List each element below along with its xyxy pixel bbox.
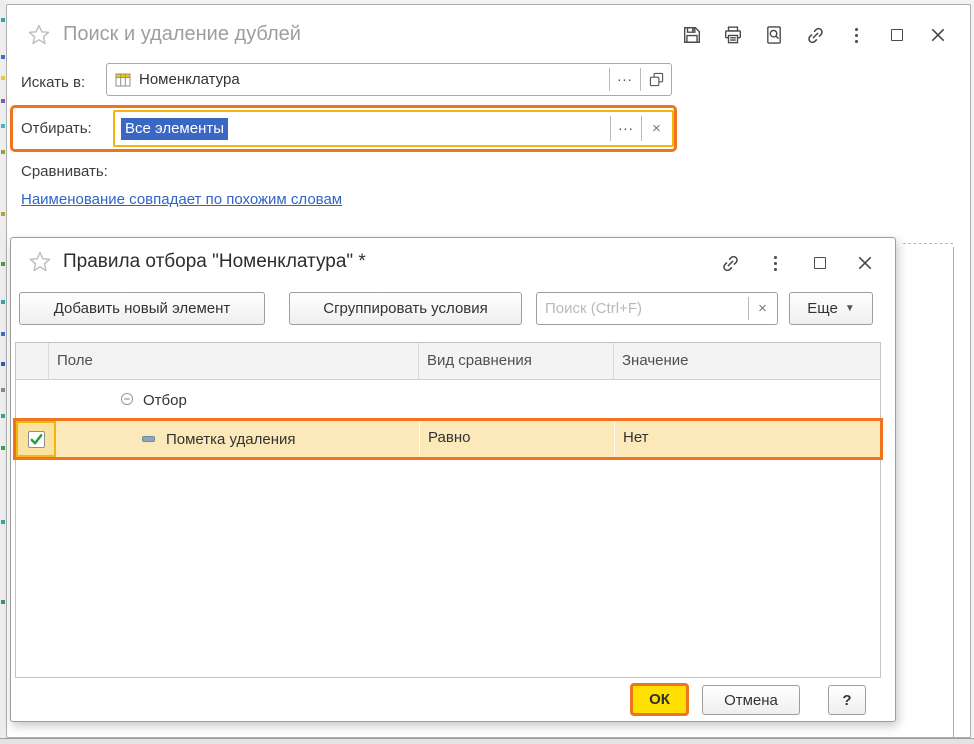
add-element-button[interactable]: Добавить новый элемент bbox=[19, 292, 265, 325]
header-comparison[interactable]: Вид сравнения bbox=[419, 343, 614, 379]
caret-down-icon: ▼ bbox=[845, 303, 855, 314]
collapse-icon[interactable] bbox=[120, 392, 134, 410]
row-checkbox-cell bbox=[16, 421, 56, 457]
search-in-ellipsis-button[interactable]: ... bbox=[610, 64, 640, 95]
header-checkbox-column bbox=[16, 343, 49, 379]
panel-right-border bbox=[953, 247, 954, 743]
group-conditions-button[interactable]: Сгруппировать условия bbox=[289, 292, 522, 325]
print-icon[interactable] bbox=[723, 25, 743, 45]
filter-ellipsis-button[interactable]: ... bbox=[611, 112, 641, 145]
dialog-more-menu-icon[interactable] bbox=[765, 253, 785, 273]
row-value-cell[interactable]: Нет bbox=[614, 421, 880, 457]
condition-item-icon bbox=[142, 436, 155, 442]
panel-dashed-border bbox=[903, 243, 953, 244]
group-row-otbor[interactable]: Отбор bbox=[16, 380, 880, 421]
selection-rules-dialog: Правила отбора "Номенклатура" * Добавить… bbox=[10, 237, 896, 722]
ok-button[interactable]: ОК bbox=[630, 683, 689, 716]
compare-rule-link[interactable]: Наименование совпадает по похожим словам bbox=[21, 191, 342, 208]
search-clear-button[interactable]: × bbox=[749, 293, 777, 324]
maximize-icon[interactable] bbox=[887, 25, 907, 45]
more-button[interactable]: Еще▼ bbox=[789, 292, 873, 325]
row-field-cell[interactable]: Пометка удаления bbox=[56, 421, 419, 457]
search-input[interactable] bbox=[537, 300, 748, 317]
window-bottom-edge bbox=[0, 738, 974, 744]
window-title: Поиск и удаление дублей bbox=[63, 23, 301, 46]
conditions-table: Поле Вид сравнения Значение Отбор bbox=[15, 342, 881, 678]
preview-icon[interactable] bbox=[764, 25, 784, 45]
screenshot-canvas: Поиск и удаление дублей Искать в: bbox=[0, 0, 974, 744]
filter-value-selected-text: Все элементы bbox=[121, 118, 228, 140]
dialog-maximize-icon[interactable] bbox=[810, 253, 830, 273]
catalog-table-icon bbox=[115, 72, 131, 88]
open-in-window-icon[interactable] bbox=[641, 64, 671, 95]
row-comparison-cell[interactable]: Равно bbox=[419, 421, 614, 457]
dialog-close-icon[interactable] bbox=[855, 253, 875, 273]
close-icon[interactable] bbox=[928, 25, 948, 45]
dialog-favorite-star-icon[interactable] bbox=[28, 250, 52, 278]
row-checkbox[interactable] bbox=[28, 431, 45, 448]
search-in-label: Искать в: bbox=[21, 72, 85, 94]
filter-field[interactable]: Все элементы ... × bbox=[113, 110, 674, 147]
favorite-star-icon[interactable] bbox=[27, 23, 51, 51]
dialog-link-icon[interactable] bbox=[720, 253, 740, 273]
more-menu-icon[interactable] bbox=[846, 25, 866, 45]
filter-clear-button[interactable]: × bbox=[642, 112, 672, 145]
dialog-title: Правила отбора "Номенклатура" * bbox=[63, 251, 366, 273]
cancel-button[interactable]: Отмена bbox=[702, 685, 800, 715]
save-icon[interactable] bbox=[682, 25, 702, 45]
header-value[interactable]: Значение bbox=[614, 343, 880, 379]
search-box: × bbox=[536, 292, 778, 325]
help-button[interactable]: ? bbox=[828, 685, 866, 715]
link-icon[interactable] bbox=[805, 25, 825, 45]
compare-label: Сравнивать: bbox=[21, 161, 108, 183]
table-row-selected[interactable]: Пометка удаления Равно Нет bbox=[16, 421, 880, 457]
header-field[interactable]: Поле bbox=[49, 343, 419, 379]
table-header: Поле Вид сравнения Значение bbox=[16, 343, 880, 380]
search-in-field[interactable]: Номенклатура ... bbox=[106, 63, 672, 96]
filter-label: Отбирать: bbox=[21, 118, 92, 140]
search-in-value: Номенклатура bbox=[139, 71, 609, 88]
